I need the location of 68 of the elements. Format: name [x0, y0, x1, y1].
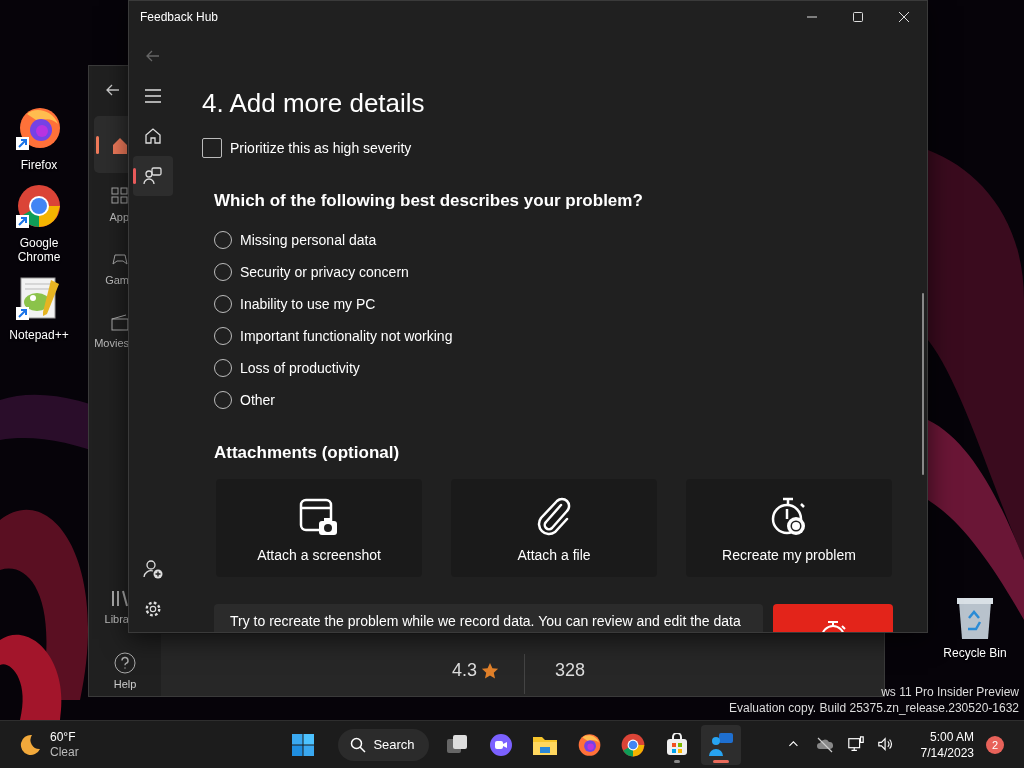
search-button[interactable]: Search	[338, 728, 429, 761]
search-icon	[350, 736, 367, 753]
desktop-shortcut[interactable]: Firefox	[0, 104, 78, 172]
close-icon	[898, 12, 910, 22]
clock-date: 7/14/2023	[920, 744, 974, 761]
nav-item[interactable]	[94, 116, 129, 173]
star-icon	[481, 661, 500, 680]
section-heading: Attachments (optional)	[214, 442, 401, 464]
desktop-shortcut[interactable]: Google Chrome	[0, 182, 78, 264]
nav-item[interactable]: Movies	[89, 305, 129, 368]
nav-item[interactable]	[133, 156, 173, 196]
ratings-count: 328	[555, 660, 586, 681]
window-camera-icon	[299, 497, 339, 537]
nav-item[interactable]: Libra	[89, 581, 129, 644]
radio-option[interactable]: Other	[214, 384, 275, 416]
back-arrow-icon	[145, 48, 161, 64]
weather-widget[interactable]: 60°F Clear	[18, 729, 79, 760]
menu-icon	[145, 89, 161, 103]
clapperboard-icon	[111, 313, 129, 331]
person-add-icon	[143, 559, 163, 579]
selection-indicator	[96, 136, 99, 154]
shopping-bag-icon	[664, 732, 689, 757]
radio-option[interactable]: Missing personal data	[214, 224, 377, 256]
page-heading: 4. Add more details	[202, 87, 426, 119]
person-speech-icon	[707, 731, 734, 758]
speaker-icon	[876, 735, 895, 754]
clock[interactable]: 5:00 AM 7/14/2023	[920, 728, 974, 761]
desktop-shortcut[interactable]: Notepad++	[0, 274, 78, 342]
windows-logo-icon	[291, 732, 316, 757]
scrollbar[interactable]	[922, 293, 924, 475]
moon-icon	[18, 732, 42, 757]
trash-bin-icon	[955, 596, 995, 640]
watermark-text: ws 11 Pro Insider Preview	[881, 684, 1019, 700]
person-speech-icon	[143, 166, 163, 186]
desktop-shortcut[interactable]: Recycle Bin	[935, 596, 1015, 660]
window-title: Feedback Hub	[139, 10, 220, 24]
temperature: 60°F	[50, 729, 77, 745]
video-chat-icon	[488, 732, 513, 757]
attachment-button[interactable]: Attach a screenshot	[216, 479, 422, 577]
books-icon	[111, 589, 129, 607]
clock-time: 5:00 AM	[929, 728, 974, 745]
attachment-button[interactable]: Attach a file	[451, 479, 657, 577]
question-mark-icon	[114, 652, 136, 674]
app-icon	[15, 182, 63, 230]
selection-indicator	[133, 168, 136, 184]
radio-option[interactable]: Important functionality not working	[214, 320, 453, 352]
settings-icon	[144, 600, 162, 618]
grid-icon	[111, 187, 129, 205]
attachment-button[interactable]: Recreate my problem	[686, 479, 892, 577]
radio-option[interactable]: Inability to use my PC	[214, 288, 376, 320]
question-heading: Which of the following best describes your problem?	[214, 190, 644, 212]
info-message: Try to recreate the problem while we record data. You can review and edit the data	[214, 604, 763, 632]
watermark-text: Evaluation copy. Build 25375.zn_release.230520-1632	[729, 700, 1019, 716]
radio-option[interactable]: Loss of productivity	[214, 352, 360, 384]
home-icon	[143, 126, 163, 146]
nav-item[interactable]: Gam	[89, 242, 129, 305]
weather-condition: Clear	[50, 744, 79, 760]
maximize-icon	[852, 12, 864, 22]
help-button[interactable]: Help	[89, 652, 161, 690]
network-button[interactable]	[846, 735, 865, 754]
radio-option[interactable]: Security or privacy concern	[214, 256, 409, 288]
rating-value: 4.3	[452, 660, 478, 681]
network-icon	[846, 735, 865, 754]
volume-button[interactable]	[876, 735, 895, 754]
nav-item[interactable]: App	[89, 179, 129, 242]
browser-icon	[619, 731, 646, 758]
taskbar-app-button[interactable]	[700, 724, 741, 765]
checkbox[interactable]: Prioritize this as high severity	[202, 138, 412, 158]
